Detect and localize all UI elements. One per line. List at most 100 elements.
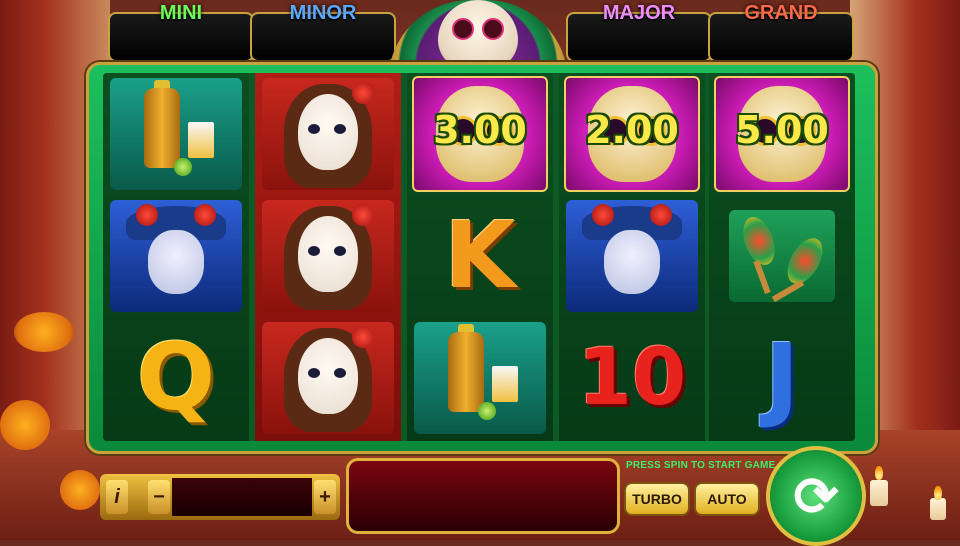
rose-icon [352,204,374,226]
auto-button[interactable]: AUTO [694,482,760,516]
candle-icon [930,498,946,520]
skull-eye [452,18,474,40]
reel-cell [103,73,249,195]
reel-cell: J [709,317,855,439]
reel-cell: 3.00 [407,73,553,195]
info-button[interactable]: i [106,480,128,514]
skull-prize-value: 3.00 [433,108,527,152]
eye [334,124,346,134]
jackpot-minor: MINOR [250,2,396,62]
letter-k-symbol: K [444,202,516,309]
letter-q-symbol: Q [136,324,216,431]
painted-face [298,94,358,170]
catrina-woman-symbol [262,78,394,190]
eye [308,368,320,378]
maraca-handle [771,279,805,303]
jackpot-minor-value [260,38,386,56]
reel-cell [255,73,401,195]
rose-icon [194,204,216,226]
jackpot-minor-label: MINOR [289,2,357,24]
letter-j-symbol: J [764,324,800,431]
reel-area: Q 3.00 K 2.00 10 5.00 J [103,73,855,441]
painted-face [604,230,660,294]
maracas-symbol [729,210,835,303]
reel-cell: Q [103,317,249,439]
reel-cell [709,195,855,317]
flame-icon [934,486,942,500]
catrina-woman-symbol [262,200,394,312]
reel-3: 3.00 K [407,73,553,441]
reel-cell [255,195,401,317]
calavera-man-symbol [566,200,698,312]
lime-icon [174,158,192,176]
reel-cell [559,195,705,317]
reel-1: Q [103,73,249,441]
plus-icon: + [319,485,331,508]
maraca-icon [780,232,830,290]
painted-face [148,230,204,294]
eye [334,368,346,378]
sugar-skull-bonus-symbol: 5.00 [714,76,850,192]
catrina-woman-symbol [262,322,394,434]
eye [308,246,320,256]
rose-icon [136,204,158,226]
jackpot-grand: GRAND [708,2,854,62]
jackpot-major: MAJOR [566,2,712,62]
eye [308,124,320,134]
candle-icon [870,480,888,506]
jackpot-grand-label: GRAND [744,2,818,24]
jackpot-grand-value [718,38,844,56]
minus-icon: − [153,485,165,508]
press-spin-message: PRESS SPIN TO START GAME [626,460,776,471]
marigold-flowers [60,470,100,510]
decrease-bet-button[interactable]: − [148,480,170,514]
skull-prize-value: 2.00 [585,108,679,152]
shot-glass-icon [188,122,214,158]
turbo-button[interactable]: TURBO [624,482,690,516]
win-display [346,458,620,534]
rose-icon [592,204,614,226]
number-10-symbol: 10 [577,333,687,423]
rose-icon [650,204,672,226]
lime-icon [478,402,496,420]
info-icon: i [114,485,120,508]
jackpot-mini-value [118,38,244,56]
calavera-man-symbol [110,200,242,312]
skull-eye [482,18,504,40]
reel-cell [407,317,553,439]
reel-5: 5.00 J [709,73,855,441]
painted-face [298,216,358,292]
tequila-symbol [414,322,546,434]
tequila-symbol [110,78,242,190]
painted-face [298,338,358,414]
reel-cell: 5.00 [709,73,855,195]
rose-icon [352,326,374,348]
marigold-flowers [0,400,50,450]
eye [334,246,346,256]
reel-cell [103,195,249,317]
tequila-bottle-icon [448,332,484,412]
sugar-skull-icon [438,0,518,70]
spin-arrows-icon: ⟳ [793,466,839,527]
shot-glass-icon [492,366,518,402]
increase-bet-button[interactable]: + [314,480,336,514]
sugar-skull-bonus-symbol: 3.00 [412,76,548,192]
reel-cell [255,317,401,439]
reel-cell: 2.00 [559,73,705,195]
jackpot-mini-label: MINI [159,2,203,24]
marigold-flowers [14,312,74,352]
reel-cell: 10 [559,317,705,439]
tequila-bottle-icon [144,88,180,168]
bet-value-display [172,478,312,516]
jackpot-major-value [576,38,702,56]
flame-icon [875,466,883,480]
reel-cell: K [407,195,553,317]
reel-2 [255,73,401,441]
reel-4: 2.00 10 [559,73,705,441]
reel-frame: Q 3.00 K 2.00 10 5.00 J [86,62,878,454]
skull-prize-value: 5.00 [735,108,829,152]
rose-icon [352,82,374,104]
jackpot-mini: MINI [108,2,254,62]
sugar-skull-bonus-symbol: 2.00 [564,76,700,192]
spin-button[interactable]: ⟳ [766,446,866,546]
